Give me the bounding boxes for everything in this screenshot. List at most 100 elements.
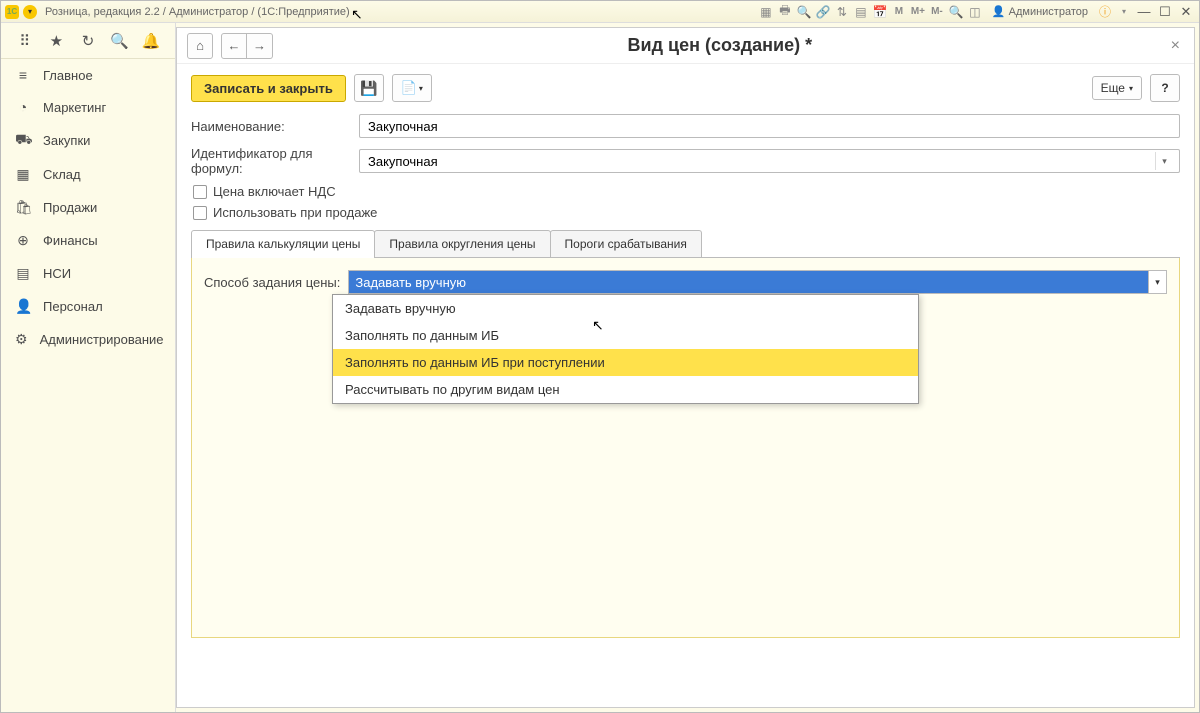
current-user[interactable]: 👤 Администратор [992, 5, 1088, 18]
calc-mplus-button[interactable]: М+ [910, 4, 926, 20]
calc-m-button[interactable]: М [891, 4, 907, 20]
calc-mminus-button[interactable]: М- [929, 4, 945, 20]
method-select-value: Задавать вручную [349, 271, 1148, 293]
method-option-manual[interactable]: Задавать вручную [333, 295, 918, 322]
name-input-wrap [359, 114, 1180, 138]
sidebar-item-marketing[interactable]: ◔Маркетинг [1, 91, 175, 123]
toolbar-table-icon[interactable]: ▤ [853, 4, 869, 20]
method-dropdown: Задавать вручную Заполнять по данным ИБ … [332, 294, 919, 404]
maximize-button[interactable]: ☐ [1156, 4, 1174, 20]
home-button[interactable]: ⌂ [187, 33, 213, 59]
form-toolbar: Записать и закрыть 💾 📄▾ Еще▾ ? [191, 74, 1180, 102]
toolbar-search-icon[interactable]: 🔍 [796, 4, 812, 20]
sidebar-item-purchases[interactable]: ⛟ Закупки [1, 123, 175, 158]
sidebar-item-admin[interactable]: ⚙ Администрирование [1, 323, 175, 356]
app-logo-icon: 1C [5, 5, 19, 19]
use-on-sale-label: Использовать при продаже [213, 205, 377, 220]
sidebar-item-refs[interactable]: ▤ НСИ [1, 257, 175, 290]
notifications-icon[interactable]: 🔔 [141, 31, 161, 51]
sidebar-toolbar: ⠿ ★ ↻ 🔍 🔔 [1, 23, 175, 59]
truck-icon: ⛟ [15, 131, 31, 150]
close-window-button[interactable]: ✕ [1177, 4, 1195, 20]
gear-icon: ⚙ [15, 331, 28, 348]
form-content: Записать и закрыть 💾 📄▾ Еще▾ ? Наименова… [177, 64, 1194, 707]
bag-icon: 🛍 [15, 199, 31, 216]
method-select[interactable]: Задавать вручную ▾ [348, 270, 1167, 294]
save-and-close-button[interactable]: Записать и закрыть [191, 75, 346, 102]
user-icon: 👤 [992, 5, 1006, 18]
tab-body: Способ задания цены: Задавать вручную ▾ … [191, 258, 1180, 638]
app-menu-dropdown-icon[interactable]: ▾ [23, 5, 37, 19]
sidebar-item-personnel[interactable]: 👤 Персонал [1, 290, 175, 323]
use-on-sale-checkbox[interactable] [193, 206, 207, 220]
user-name: Администратор [1009, 6, 1088, 18]
sidebar-item-sales[interactable]: 🛍 Продажи [1, 191, 175, 224]
sections-menu-icon[interactable]: ⠿ [15, 31, 35, 51]
method-select-dropdown-button[interactable]: ▾ [1148, 271, 1166, 293]
name-input[interactable] [366, 118, 1173, 135]
minimize-button[interactable]: — [1135, 4, 1153, 20]
toolbar-compare-icon[interactable]: ⇅ [834, 4, 850, 20]
coin-icon: ⊕ [15, 232, 31, 249]
sidebar: ⠿ ★ ↻ 🔍 🔔 ≡ Главное ◔Маркетинг ⛟ Закупки ▦… [1, 23, 176, 712]
id-input-wrap: ▾ [359, 149, 1180, 173]
sidebar-item-label: Главное [43, 68, 93, 83]
toolbar-print-icon[interactable]: 🖶 [777, 4, 793, 20]
sidebar-item-label: Склад [43, 167, 81, 182]
id-dropdown-button[interactable]: ▾ [1155, 152, 1173, 170]
sidebar-item-label: Администрирование [40, 332, 164, 347]
method-option-fill-ib[interactable]: Заполнять по данным ИБ [333, 322, 918, 349]
sidebar-item-label: Закупки [43, 133, 90, 148]
report-dropdown-button[interactable]: 📄▾ [392, 74, 432, 102]
piechart-icon: ◔ [15, 99, 31, 115]
panels-icon[interactable]: ◫ [967, 4, 983, 20]
toolbar-link-icon[interactable]: 🔗 [815, 4, 831, 20]
vat-checkbox[interactable] [193, 185, 207, 199]
name-label: Наименование: [191, 119, 351, 134]
history-icon[interactable]: ↻ [78, 31, 98, 51]
tab-thresholds[interactable]: Пороги срабатывания [550, 230, 702, 257]
toolbar-doc-icon[interactable]: ▦ [758, 4, 774, 20]
sidebar-item-label: Продажи [43, 200, 97, 215]
chevron-down-icon: ▾ [419, 84, 423, 93]
search-icon[interactable]: 🔍 [110, 31, 130, 51]
id-input[interactable] [366, 153, 1155, 170]
chevron-down-icon: ▾ [1129, 84, 1133, 93]
main-topbar: ⌂ ← → Вид цен (создание) * × [177, 28, 1194, 64]
more-button[interactable]: Еще▾ [1092, 76, 1142, 100]
back-button[interactable]: ← [221, 33, 247, 59]
grid-icon: ▦ [15, 166, 31, 183]
page-title: Вид цен (создание) * [281, 35, 1159, 56]
info-dropdown-icon[interactable]: ▾ [1116, 4, 1132, 20]
list-icon: ▤ [15, 265, 31, 282]
report-icon: 📄 [401, 80, 417, 96]
close-tab-button[interactable]: × [1167, 33, 1184, 59]
tabs: Правила калькуляции цены Правила округле… [191, 230, 1180, 258]
method-label: Способ задания цены: [204, 275, 340, 290]
help-button[interactable]: ? [1150, 74, 1180, 102]
method-option-fill-ib-on-receipt[interactable]: Заполнять по данным ИБ при поступлении [333, 349, 918, 376]
info-icon[interactable]: ⓘ [1097, 4, 1113, 20]
sidebar-item-label: Финансы [43, 233, 98, 248]
sidebar-item-label: НСИ [43, 266, 71, 281]
tab-calc-rules[interactable]: Правила калькуляции цены [191, 230, 375, 257]
toolbar-calendar-icon[interactable]: 📅 [872, 4, 888, 20]
window-title: Розница, редакция 2.2 / Администратор / … [45, 6, 350, 18]
zoom-in-icon[interactable]: 🔍 [948, 4, 964, 20]
main-panel: ⌂ ← → Вид цен (создание) * × Записать и … [176, 27, 1195, 708]
sidebar-item-warehouse[interactable]: ▦ Склад [1, 158, 175, 191]
sidebar-item-finances[interactable]: ⊕ Финансы [1, 224, 175, 257]
app-window: 1C ▾ Розница, редакция 2.2 / Администрат… [0, 0, 1200, 713]
tab-rounding-rules[interactable]: Правила округления цены [374, 230, 550, 257]
sidebar-item-label: Персонал [43, 299, 103, 314]
forward-button[interactable]: → [247, 33, 273, 59]
favorites-icon[interactable]: ★ [46, 31, 66, 51]
save-button[interactable]: 💾 [354, 74, 384, 102]
method-option-calc-other[interactable]: Рассчитывать по другим видам цен [333, 376, 918, 403]
vat-checkbox-label: Цена включает НДС [213, 184, 336, 199]
titlebar: 1C ▾ Розница, редакция 2.2 / Администрат… [1, 1, 1199, 23]
cursor-icon: ↖ [351, 6, 363, 23]
person-icon: 👤 [15, 298, 31, 315]
menu-icon: ≡ [15, 67, 31, 83]
sidebar-item-main[interactable]: ≡ Главное [1, 59, 175, 91]
